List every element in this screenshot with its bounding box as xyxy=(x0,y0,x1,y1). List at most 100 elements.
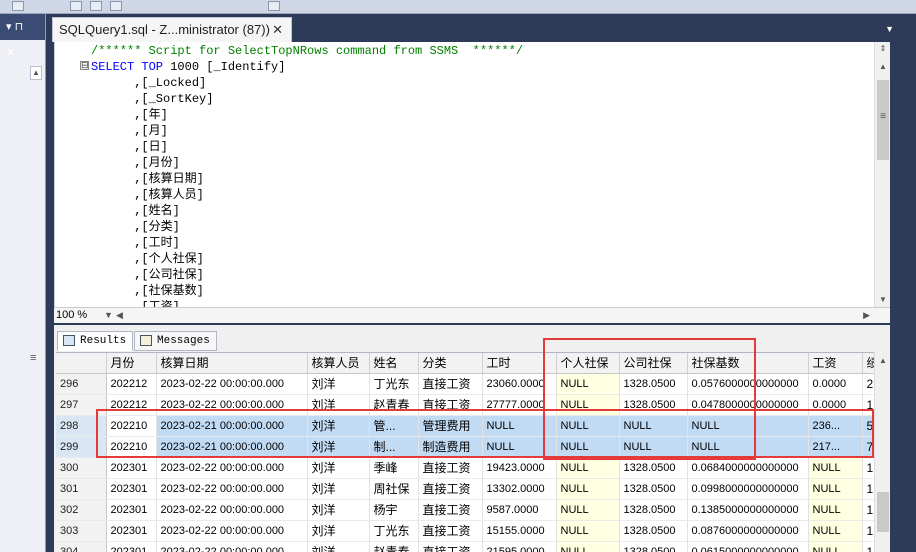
column-header[interactable]: 工资 xyxy=(808,353,863,374)
table-cell[interactable]: 0.0000 xyxy=(808,394,863,416)
table-cell[interactable]: 刘洋 xyxy=(307,541,370,552)
table-cell[interactable]: 管理费用 xyxy=(418,415,483,437)
grid-vertical-scrollbar[interactable]: ▲ xyxy=(874,352,890,552)
row-number[interactable]: 299 xyxy=(56,436,107,458)
row-number[interactable]: 298 xyxy=(56,415,107,437)
row-number[interactable]: 303 xyxy=(56,520,107,542)
table-cell[interactable]: NULL xyxy=(556,415,620,437)
table-cell[interactable]: NULL xyxy=(556,457,620,479)
table-cell[interactable]: 202210 xyxy=(106,415,157,437)
table-cell[interactable]: 202301 xyxy=(106,520,157,542)
table-cell[interactable]: 0.1385000000000000 xyxy=(687,499,809,521)
row-number[interactable]: 297 xyxy=(56,394,107,416)
scroll-up-icon[interactable]: ▲ xyxy=(30,66,42,80)
close-icon[interactable]: ✕ xyxy=(6,47,15,59)
table-row[interactable]: 297 202212 2023-02-22 00:00:00.000 刘洋 赵青春 直接工… xyxy=(56,394,883,416)
tab-sqlquery1[interactable]: SQLQuery1.sql - Z...ministrator (87)) ✕ xyxy=(52,17,292,42)
toolbar-icon[interactable] xyxy=(90,1,102,11)
toolbar-icon[interactable] xyxy=(110,1,122,11)
column-header[interactable]: 公司社保 xyxy=(619,353,688,374)
row-number[interactable]: 304 xyxy=(56,541,107,552)
table-cell[interactable]: 1328.0500 xyxy=(619,499,688,521)
table-cell[interactable]: 直接工资 xyxy=(418,499,483,521)
table-cell[interactable]: NULL xyxy=(619,436,688,458)
table-cell[interactable]: NULL xyxy=(687,436,809,458)
table-cell[interactable]: 2023-02-21 00:00:00.000 xyxy=(156,415,308,437)
table-cell[interactable]: 0.0684000000000000 xyxy=(687,457,809,479)
table-cell[interactable]: NULL xyxy=(687,415,809,437)
table-cell[interactable]: NULL xyxy=(556,478,620,500)
table-cell[interactable]: NULL xyxy=(808,478,863,500)
table-cell[interactable]: 19423.0000 xyxy=(482,457,557,479)
table-cell[interactable]: 202210 xyxy=(106,436,157,458)
column-header[interactable]: 工时 xyxy=(482,353,557,374)
table-cell[interactable]: 直接工资 xyxy=(418,373,483,395)
tab-dropdown-icon[interactable]: ▼ xyxy=(885,24,894,34)
table-row[interactable]: 299 202210 2023-02-21 00:00:00.000 刘洋 制... 制造… xyxy=(56,436,883,458)
scroll-down-icon[interactable]: ▼ xyxy=(876,293,890,307)
zoom-level[interactable]: 100 % xyxy=(56,308,87,323)
table-cell[interactable]: 2023-02-22 00:00:00.000 xyxy=(156,457,308,479)
table-cell[interactable]: 季峰 xyxy=(369,457,419,479)
close-tab-icon[interactable]: ✕ xyxy=(272,18,283,42)
table-cell[interactable]: 刘洋 xyxy=(307,373,370,395)
table-cell[interactable]: 202301 xyxy=(106,457,157,479)
table-cell[interactable]: 23060.0000 xyxy=(482,373,557,395)
table-cell[interactable]: 直接工资 xyxy=(418,520,483,542)
zoom-dropdown-icon[interactable]: ▼ xyxy=(104,308,113,323)
table-cell[interactable]: 1328.0500 xyxy=(619,457,688,479)
column-header[interactable]: 姓名 xyxy=(369,353,419,374)
table-row[interactable]: 296 202212 2023-02-22 00:00:00.000 刘洋 丁光东 直接工… xyxy=(56,373,883,395)
table-cell[interactable]: NULL xyxy=(619,415,688,437)
table-cell[interactable]: 217... xyxy=(808,436,863,458)
tab-messages[interactable]: Messages xyxy=(134,331,217,351)
table-cell[interactable]: 赵青春 xyxy=(369,541,419,552)
editor-vertical-scrollbar[interactable]: ⇕ ▲ ≡ ▼ xyxy=(874,42,890,307)
toolbar-icon[interactable] xyxy=(70,1,82,11)
table-cell[interactable]: NULL xyxy=(808,520,863,542)
tab-results[interactable]: Results xyxy=(57,331,134,351)
table-cell[interactable]: 制造费用 xyxy=(418,436,483,458)
table-row[interactable]: 303 202301 2023-02-22 00:00:00.000 刘洋 丁光东 直接工… xyxy=(56,520,883,542)
table-row[interactable]: 300 202301 2023-02-22 00:00:00.000 刘洋 季峰 直接工资… xyxy=(56,457,883,479)
table-cell[interactable]: 2023-02-21 00:00:00.000 xyxy=(156,436,308,458)
column-header[interactable]: 核算日期 xyxy=(156,353,308,374)
table-cell[interactable]: 13302.0000 xyxy=(482,478,557,500)
table-cell[interactable]: NULL xyxy=(556,394,620,416)
table-cell[interactable]: NULL xyxy=(808,457,863,479)
scroll-left-icon[interactable]: ◀ xyxy=(116,308,123,323)
table-cell[interactable]: 2023-02-22 00:00:00.000 xyxy=(156,373,308,395)
row-number[interactable]: 296 xyxy=(56,373,107,395)
table-cell[interactable]: 0.0000 xyxy=(808,373,863,395)
results-grid[interactable]: 月份 核算日期 核算人员 姓名 分类 工时 个人社保 公司社保 社保基数 工资绩 296 202212… xyxy=(56,352,890,552)
table-cell[interactable]: 15155.0000 xyxy=(482,520,557,542)
toolbar-icon[interactable] xyxy=(268,1,280,11)
table-cell[interactable]: 直接工资 xyxy=(418,394,483,416)
table-cell[interactable]: 管... xyxy=(369,415,419,437)
toolbar-icon[interactable] xyxy=(12,1,24,11)
table-cell[interactable]: 直接工资 xyxy=(418,541,483,552)
table-cell[interactable]: 236... xyxy=(808,415,863,437)
scroll-up-icon[interactable]: ▲ xyxy=(876,60,890,74)
table-cell[interactable]: NULL xyxy=(556,436,620,458)
table-cell[interactable]: 丁光东 xyxy=(369,520,419,542)
row-number[interactable]: 300 xyxy=(56,457,107,479)
table-cell[interactable]: 周社保 xyxy=(369,478,419,500)
table-row[interactable]: 298 202210 2023-02-21 00:00:00.000 刘洋 管... 管理… xyxy=(56,415,883,437)
table-cell[interactable]: 1328.0500 xyxy=(619,520,688,542)
table-cell[interactable]: 1328.0500 xyxy=(619,394,688,416)
table-cell[interactable]: NULL xyxy=(556,520,620,542)
table-cell[interactable]: 2023-02-22 00:00:00.000 xyxy=(156,394,308,416)
table-cell[interactable]: 202301 xyxy=(106,499,157,521)
pin-icon[interactable]: ▾ ⊓ xyxy=(6,21,23,33)
sql-editor[interactable]: ⊟ /****** Script for SelectTopNRows comm… xyxy=(54,42,890,314)
table-row[interactable]: 301 202301 2023-02-22 00:00:00.000 刘洋 周社保 直接工… xyxy=(56,478,883,500)
table-cell[interactable]: NULL xyxy=(482,415,557,437)
splitter-grip-icon[interactable]: ≡ xyxy=(30,352,36,364)
table-cell[interactable]: 27777.0000 xyxy=(482,394,557,416)
table-cell[interactable]: 202212 xyxy=(106,394,157,416)
table-cell[interactable]: 202301 xyxy=(106,541,157,552)
table-row[interactable]: 304 202301 2023-02-22 00:00:00.000 刘洋 赵青春 直接工… xyxy=(56,541,883,552)
table-cell[interactable]: 2023-02-22 00:00:00.000 xyxy=(156,499,308,521)
column-header[interactable]: 月份 xyxy=(106,353,157,374)
